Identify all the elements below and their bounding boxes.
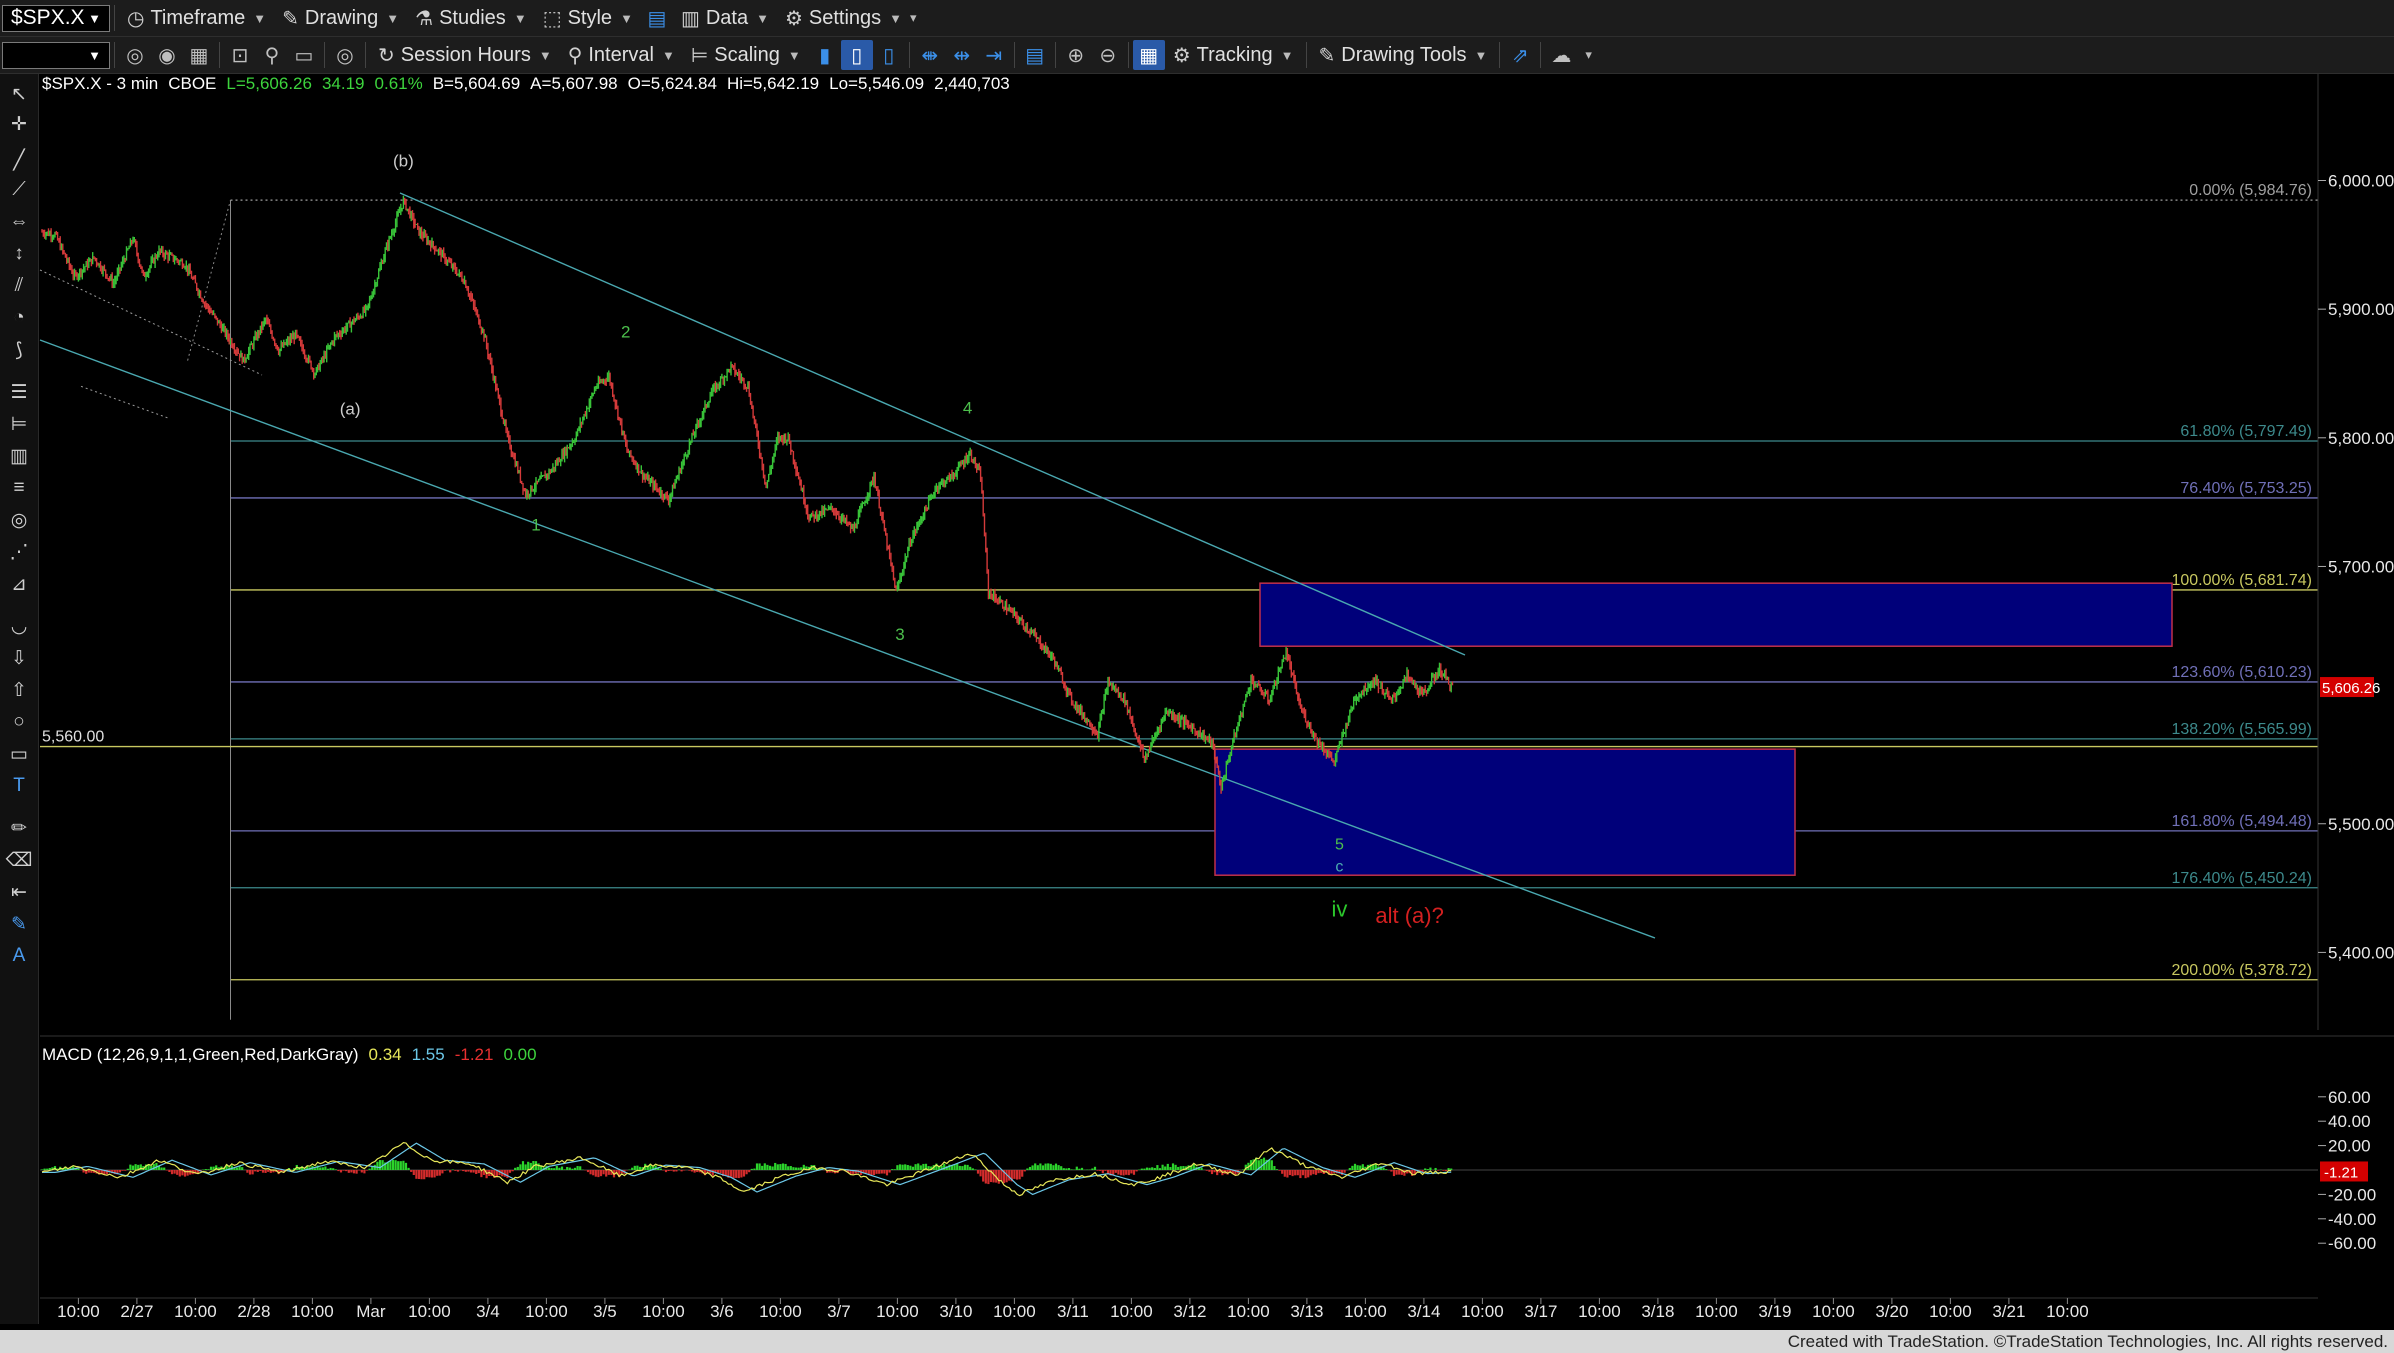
time-tick-label: 2/28 [237,1302,270,1321]
macd-badge-text: -1.21 [2324,1164,2358,1181]
time-tick-label: 3/18 [1641,1302,1674,1321]
time-tick-label: 3/20 [1875,1302,1908,1321]
time-tick-label: 3/4 [476,1302,500,1321]
price-tick-label: 5,400.00 [2328,943,2394,962]
price-tick-label: 5,800.00 [2328,429,2394,448]
time-tick-label: 3/12 [1173,1302,1206,1321]
macd-diff: -1.21 [454,1045,494,1064]
copyright-footer: Created with TradeStation. ©TradeStation… [0,1330,2394,1353]
time-tick-label: Mar [356,1302,386,1321]
wave-label: iv [1331,896,1347,921]
fib-level-label: 76.40% (5,753.25) [2180,480,2312,497]
macd-tick-label: 20.00 [2328,1137,2371,1156]
price-tick-label: 5,700.00 [2328,557,2394,576]
header-ask: A=5,607.98 [530,74,618,93]
macd-info-bar: MACD (12,26,9,1,1,Green,Red,DarkGray) 0.… [42,1045,537,1065]
target-zone[interactable] [1214,748,1796,876]
time-tick-label: 10:00 [1227,1302,1270,1321]
wave-label: 4 [963,398,972,417]
time-tick-label: 10:00 [876,1302,919,1321]
wave-label: alt (a)? [1375,903,1443,928]
time-tick-label: 3/14 [1407,1302,1440,1321]
header-low: Lo=5,546.09 [829,74,925,93]
time-tick-label: 3/10 [939,1302,972,1321]
price-tick-label: 6,000.00 [2328,172,2394,191]
time-tick-label: 10:00 [1812,1302,1855,1321]
time-tick-label: 10:00 [2046,1302,2089,1321]
last-price-badge-text: 5,606.26 [2322,680,2380,697]
fib-level-label: 61.80% (5,797.49) [2180,423,2312,440]
header-bid: B=5,604.69 [432,74,521,93]
header-pct: 0.61% [374,74,423,93]
fib-level-label: 200.00% (5,378.72) [2171,962,2312,979]
price-info-bar: $SPX.X - 3 min CBOE L=5,606.26 34.19 0.6… [42,74,1010,94]
time-tick-label: 3/11 [1057,1302,1089,1321]
time-tick-label: 10:00 [291,1302,334,1321]
price-tick-label: 5,500.00 [2328,815,2394,834]
time-tick-label: 3/21 [1992,1302,2025,1321]
header-volume: 2,440,703 [934,74,1010,93]
time-tick-label: 3/5 [593,1302,617,1321]
macd-label: MACD (12,26,9,1,1,Green,Red,DarkGray) [42,1045,359,1064]
time-tick-label: 10:00 [1461,1302,1504,1321]
macd-tick-label: 40.00 [2328,1112,2371,1131]
fib-level-label: 123.60% (5,610.23) [2171,664,2312,681]
time-tick-label: 3/13 [1290,1302,1323,1321]
macd-tick-label: 60.00 [2328,1088,2371,1107]
macd-tick-label: -40.00 [2328,1210,2376,1229]
header-change: 34.19 [321,74,365,93]
time-tick-label: 3/17 [1524,1302,1557,1321]
time-tick-label: 2/27 [120,1302,153,1321]
fib-level-label: 161.80% (5,494.48) [2171,813,2312,830]
macd-tick-label: -60.00 [2328,1234,2376,1253]
header-high: Hi=5,642.19 [726,74,820,93]
macd-value: 0.34 [368,1045,402,1064]
macd-tick-label: -20.00 [2328,1185,2376,1204]
target-zone[interactable] [1259,582,2173,647]
time-tick-label: 10:00 [642,1302,685,1321]
macd-signal: 1.55 [411,1045,445,1064]
wave-label: 5 [1335,836,1344,853]
time-tick-label: 10:00 [759,1302,802,1321]
header-last: L=5,606.26 [226,74,312,93]
wave-label: 3 [895,625,904,644]
time-tick-label: 10:00 [1110,1302,1153,1321]
wave-label: 1 [531,515,540,534]
time-tick-label: 3/19 [1758,1302,1791,1321]
time-tick-label: 3/6 [710,1302,734,1321]
wave-label: (b) [393,151,414,170]
time-tick-label: 10:00 [525,1302,568,1321]
time-tick-label: 10:00 [408,1302,451,1321]
price-chart[interactable]: 0.00% (5,984.76) 61.80% (5,797.49) 76.40% … [0,0,2394,1353]
fib-level-label: 176.40% (5,450.24) [2171,870,2312,887]
time-tick-label: 10:00 [1344,1302,1387,1321]
time-tick-label: 10:00 [1695,1302,1738,1321]
fib-level-label: 0.00% (5,984.76) [2189,182,2312,199]
header-exchange: CBOE [168,74,217,93]
price-tick-label: 5,900.00 [2328,300,2394,319]
time-tick-label: 10:00 [1578,1302,1621,1321]
time-tick-label: 3/7 [827,1302,851,1321]
time-tick-label: 10:00 [174,1302,217,1321]
header-open: O=5,624.84 [627,74,717,93]
support-line-label: 5,560.00 [42,729,104,746]
time-tick-label: 10:00 [1929,1302,1972,1321]
header-symbol: $SPX.X - 3 min [42,74,159,93]
fib-level-label: 138.20% (5,565.99) [2171,721,2312,738]
time-tick-label: 10:00 [993,1302,1036,1321]
fib-level-label: 100.00% (5,681.74) [2171,572,2312,589]
time-tick-label: 10:00 [57,1302,100,1321]
wave-label: 2 [621,322,630,341]
macd-zero: 0.00 [503,1045,537,1064]
wave-label: (a) [340,400,361,419]
wave-label: c [1335,858,1343,875]
